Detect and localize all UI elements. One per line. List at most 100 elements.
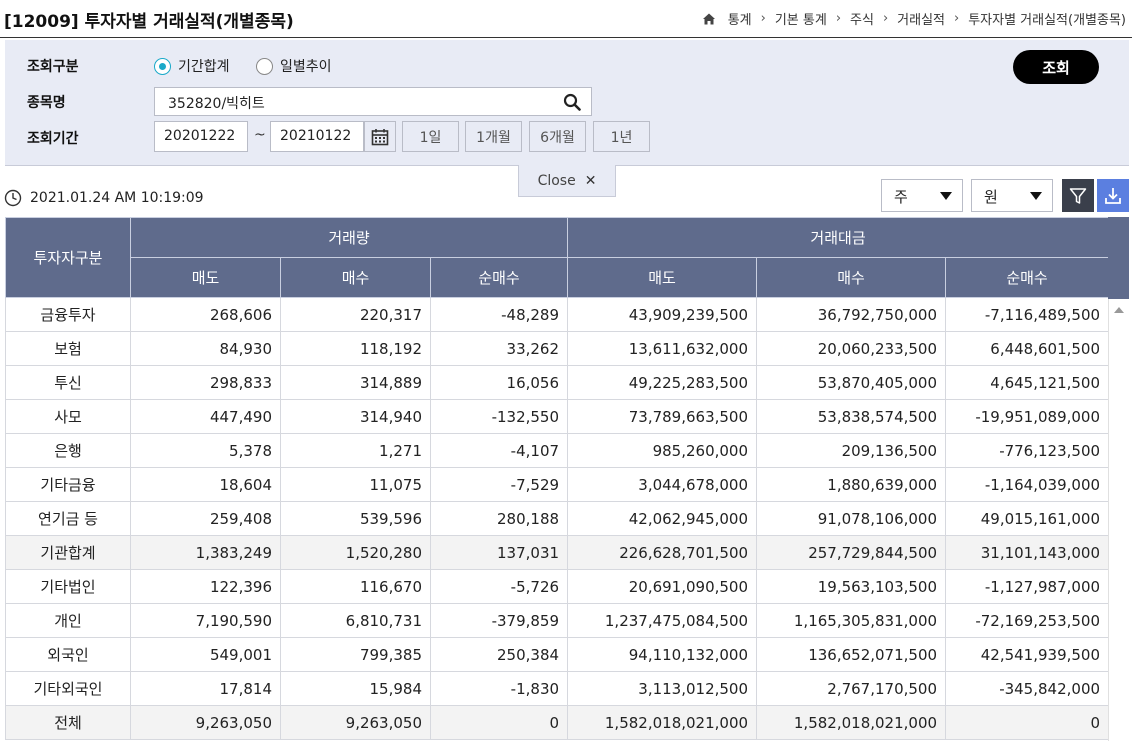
table-row: 기타법인 122,396 116,670 -5,726 20,691,090,500 19… — [5, 569, 1110, 604]
period-unit-value: 주 — [894, 188, 908, 206]
value-net-cell: 6,448,601,500 — [945, 331, 1110, 366]
period-1month-button[interactable]: 1개월 — [465, 121, 522, 152]
volume-sell-cell: 9,263,050 — [130, 705, 281, 740]
table-row: 전체 9,263,050 9,263,050 0 1,582,018,021,000 1,… — [5, 705, 1110, 740]
search-icon[interactable] — [563, 93, 581, 111]
scrollbar-header-filler — [1108, 217, 1129, 299]
value-net-cell: 0 — [945, 705, 1110, 740]
col-header-value-net: 순매수 — [945, 257, 1110, 298]
value-sell-cell: 1,582,018,021,000 — [567, 705, 758, 740]
value-buy-cell: 53,838,574,500 — [756, 399, 947, 434]
value-sell-cell: 985,260,000 — [567, 433, 758, 468]
radio-label: 일별추이 — [280, 59, 332, 75]
stock-search-input[interactable]: 352820/빅히트 — [154, 87, 592, 116]
radio-daily-trend[interactable]: 일별추이 — [256, 56, 332, 76]
value-buy-cell: 1,165,305,831,000 — [756, 603, 947, 638]
investor-cell: 기타금융 — [5, 467, 131, 502]
dropdown-arrow-icon — [1030, 192, 1042, 200]
period-label: 조회기간 — [27, 131, 79, 147]
download-button[interactable] — [1097, 179, 1129, 212]
value-buy-cell: 1,582,018,021,000 — [756, 705, 947, 740]
group-header-volume: 거래량 — [129, 217, 569, 258]
value-sell-cell: 13,611,632,000 — [567, 331, 758, 366]
breadcrumb-item[interactable]: 기본 통계 — [775, 9, 827, 28]
period-1day-button[interactable]: 1일 — [402, 121, 459, 152]
volume-net-cell: 250,384 — [429, 637, 569, 672]
table-row: 기타외국인 17,814 15,984 -1,830 3,113,012,500 2,76… — [5, 671, 1110, 706]
download-icon — [1105, 187, 1121, 204]
close-icon: ✕ — [584, 172, 597, 189]
vertical-scrollbar[interactable] — [1108, 299, 1129, 741]
scroll-up-icon[interactable] — [1114, 307, 1124, 313]
col-header-value-buy: 매수 — [756, 257, 947, 298]
volume-sell-cell: 268,606 — [130, 297, 281, 332]
value-net-cell: 31,101,143,000 — [945, 535, 1110, 570]
breadcrumb: 통계 › 기본 통계 › 주식 › 거래실적 › 투자자별 거래실적(개별종목) — [702, 9, 1126, 28]
investor-cell: 기관합계 — [5, 535, 131, 570]
value-buy-cell: 20,060,233,500 — [756, 331, 947, 366]
volume-net-cell: -1,830 — [429, 671, 569, 706]
breadcrumb-item[interactable]: 주식 — [850, 9, 874, 28]
dropdown-arrow-icon — [940, 192, 952, 200]
calendar-button[interactable] — [364, 121, 396, 152]
start-date-input[interactable]: 20201222 — [154, 121, 248, 152]
investor-cell: 기타법인 — [5, 569, 131, 604]
home-icon[interactable] — [702, 12, 716, 26]
query-type-label: 조회구분 — [27, 59, 79, 75]
volume-buy-cell: 118,192 — [280, 331, 431, 366]
volume-net-cell: -7,529 — [429, 467, 569, 502]
stock-name-label: 종목명 — [27, 95, 66, 111]
close-label: Close — [537, 172, 576, 189]
currency-unit-select[interactable]: 원 — [971, 179, 1053, 212]
breadcrumb-item[interactable]: 통계 — [728, 9, 752, 28]
table-row: 기관합계 1,383,249 1,520,280 137,031 226,628,701… — [5, 535, 1110, 570]
close-panel-button[interactable]: Close ✕ — [518, 165, 616, 197]
value-buy-cell: 257,729,844,500 — [756, 535, 947, 570]
volume-net-cell: -5,726 — [429, 569, 569, 604]
radio-period-sum[interactable]: 기간합계 — [154, 56, 230, 76]
chevron-right-icon: › — [954, 11, 960, 26]
filter-button[interactable] — [1062, 179, 1094, 212]
value-sell-cell: 43,909,239,500 — [567, 297, 758, 332]
volume-sell-cell: 18,604 — [130, 467, 281, 502]
value-sell-cell: 226,628,701,500 — [567, 535, 758, 570]
volume-net-cell: 16,056 — [429, 365, 569, 400]
investor-cell: 보험 — [5, 331, 131, 366]
value-sell-cell: 1,237,475,084,500 — [567, 603, 758, 638]
investor-trading-table: 투자자구분 거래량 거래대금 매도 매수 순매수 매도 매수 순매수 금융투자 2… — [5, 217, 1110, 740]
period-6month-button[interactable]: 6개월 — [529, 121, 586, 152]
table-row: 투신 298,833 314,889 16,056 49,225,283,500 53,8… — [5, 365, 1110, 400]
col-header-investor: 투자자구분 — [5, 217, 131, 298]
value-sell-cell: 42,062,945,000 — [567, 501, 758, 536]
volume-net-cell: 0 — [429, 705, 569, 740]
breadcrumb-item[interactable]: 투자자별 거래실적(개별종목) — [968, 9, 1126, 28]
query-button[interactable]: 조회 — [1013, 50, 1099, 84]
clock-icon — [4, 189, 22, 207]
period-1year-button[interactable]: 1년 — [593, 121, 650, 152]
title-bar: [12009] 투자자별 거래실적(개별종목) 통계 › 기본 통계 › 주식 … — [0, 0, 1132, 38]
table-row: 금융투자 268,606 220,317 -48,289 43,909,239,500 3… — [5, 297, 1110, 332]
investor-cell: 금융투자 — [5, 297, 131, 332]
volume-buy-cell: 1,520,280 — [280, 535, 431, 570]
volume-sell-cell: 5,378 — [130, 433, 281, 468]
currency-unit-value: 원 — [984, 188, 998, 206]
investor-cell: 투신 — [5, 365, 131, 400]
value-buy-cell: 2,767,170,500 — [756, 671, 947, 706]
volume-sell-cell: 549,001 — [130, 637, 281, 672]
value-net-cell: -345,842,000 — [945, 671, 1110, 706]
volume-net-cell: 33,262 — [429, 331, 569, 366]
period-unit-select[interactable]: 주 — [881, 179, 963, 212]
breadcrumb-item[interactable]: 거래실적 — [897, 9, 945, 28]
volume-buy-cell: 314,889 — [280, 365, 431, 400]
volume-buy-cell: 314,940 — [280, 399, 431, 434]
table-row: 사모 447,490 314,940 -132,550 73,789,663,500 53… — [5, 399, 1110, 434]
investor-cell: 은행 — [5, 433, 131, 468]
volume-sell-cell: 17,814 — [130, 671, 281, 706]
col-header-volume-sell: 매도 — [130, 257, 281, 298]
investor-cell: 개인 — [5, 603, 131, 638]
value-buy-cell: 136,652,071,500 — [756, 637, 947, 672]
end-date-input[interactable]: 20210122 — [270, 121, 364, 152]
investor-cell: 기타외국인 — [5, 671, 131, 706]
volume-net-cell: -132,550 — [429, 399, 569, 434]
value-buy-cell: 19,563,103,500 — [756, 569, 947, 604]
